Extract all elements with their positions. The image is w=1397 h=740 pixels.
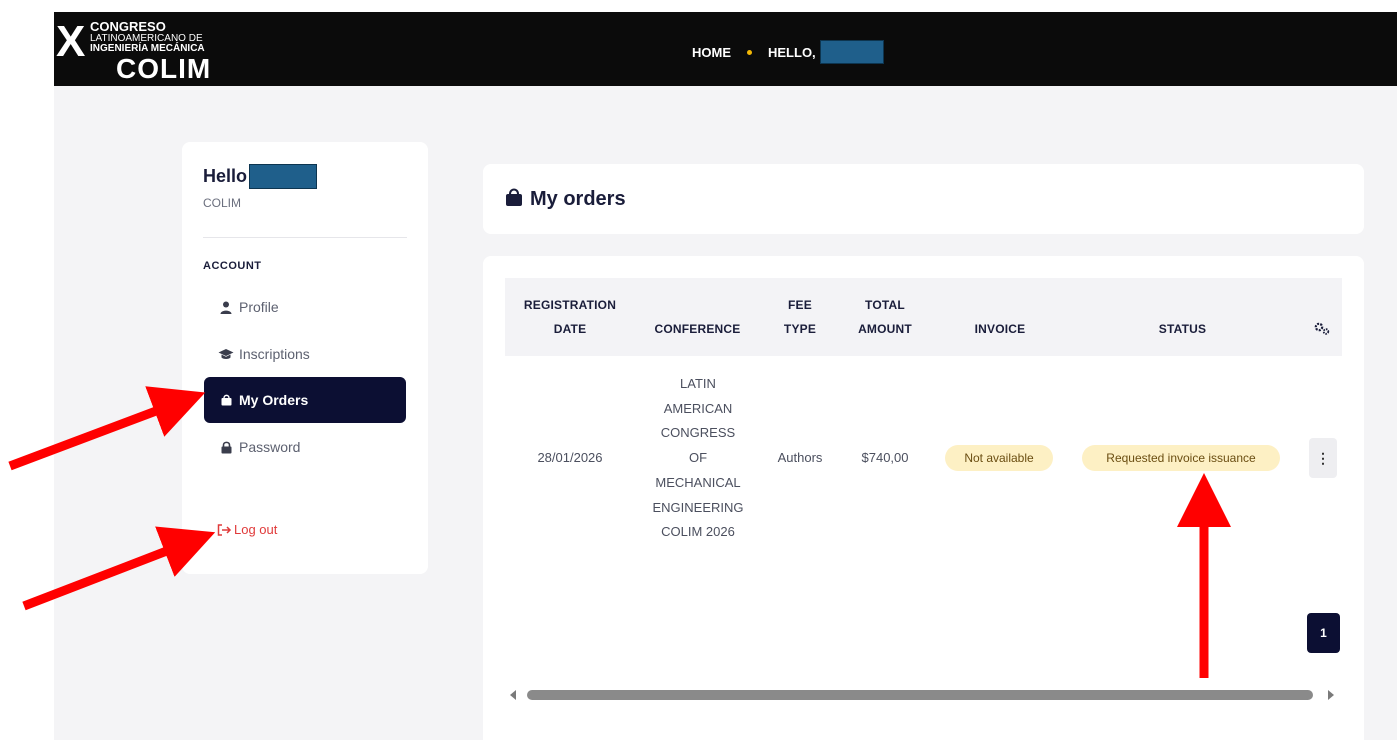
account-sidebar: Hello COLIM ACCOUNT Profile Inscriptions… <box>182 142 428 574</box>
order-status-badge: Requested invoice issuance <box>1082 445 1280 471</box>
sidebar-item-inscriptions[interactable]: Inscriptions <box>204 331 406 377</box>
sidebar-divider <box>203 237 407 238</box>
shopping-bag-icon <box>218 394 234 406</box>
cell-fee-type: Authors <box>777 450 823 465</box>
sidebar-section-title: ACCOUNT <box>203 260 262 272</box>
page-title: My orders <box>530 187 626 210</box>
lock-icon <box>218 441 234 454</box>
sidebar-item-label: My Orders <box>239 392 309 408</box>
column-header-conference: CONFERENCE <box>654 322 741 336</box>
sidebar-item-my-orders[interactable]: My Orders <box>204 377 406 423</box>
nav-separator-dot <box>747 49 752 55</box>
redacted-username <box>819 40 884 64</box>
column-header-fee-type: FEE TYPE <box>783 298 817 336</box>
invoice-status-badge: Not available <box>945 445 1053 471</box>
logo-roman-numeral: X <box>56 17 85 66</box>
sidebar-greeting: Hello <box>203 164 318 189</box>
logout-link[interactable]: Log out <box>217 522 277 537</box>
shopping-bag-icon <box>505 187 523 212</box>
table-header: REGISTRATION DATE CONFERENCE FEE TYPE TO… <box>505 278 1342 356</box>
orders-table-card: REGISTRATION DATE CONFERENCE FEE TYPE TO… <box>483 256 1364 740</box>
sign-out-icon <box>217 523 232 536</box>
column-header-registration-date: REGISTRATION DATE <box>523 298 617 336</box>
orders-header-card: My orders <box>483 164 1364 234</box>
row-actions-kebab-button[interactable]: ⋮ <box>1309 438 1337 478</box>
top-nav: HOME HELLO, <box>692 40 884 64</box>
scroll-right-arrow-icon[interactable] <box>1328 690 1334 700</box>
redacted-user-name <box>249 164 318 189</box>
nav-hello-label[interactable]: HELLO, <box>768 45 816 60</box>
sidebar-item-profile[interactable]: Profile <box>204 284 406 330</box>
top-bar: X CONGRESO LATINOAMERICANO DE INGENIERÍA… <box>54 12 1397 86</box>
column-header-invoice: INVOICE <box>974 322 1026 336</box>
colim-logo[interactable]: X CONGRESO LATINOAMERICANO DE INGENIERÍA… <box>56 17 226 84</box>
graduation-cap-icon <box>218 348 234 360</box>
user-icon <box>218 301 234 314</box>
gears-icon[interactable] <box>1313 322 1331 341</box>
sidebar-item-label: Profile <box>239 299 279 315</box>
user-organization: COLIM <box>203 196 242 210</box>
nav-home-link[interactable]: HOME <box>692 45 731 60</box>
logout-label: Log out <box>234 522 278 537</box>
sidebar-item-label: Password <box>239 439 301 455</box>
scroll-left-arrow-icon[interactable] <box>510 690 516 700</box>
horizontal-scrollbar[interactable] <box>527 690 1313 700</box>
sidebar-item-password[interactable]: Password <box>204 424 406 470</box>
logo-line-1: CONGRESO <box>90 19 166 34</box>
cell-registration-date: 28/01/2026 <box>537 450 603 465</box>
pagination-page-1[interactable]: 1 <box>1307 613 1340 653</box>
cell-conference: LATIN AMERICAN CONGRESS OF MECHANICAL EN… <box>652 376 744 540</box>
greeting-text: Hello <box>203 166 248 186</box>
column-header-status: STATUS <box>1158 322 1207 336</box>
cell-total-amount: $740,00 <box>861 450 909 465</box>
page: X CONGRESO LATINOAMERICANO DE INGENIERÍA… <box>54 12 1397 740</box>
column-header-total-amount: TOTAL AMOUNT <box>858 298 912 336</box>
sidebar-item-label: Inscriptions <box>239 346 310 362</box>
logo-line-4: COLIM <box>116 53 212 84</box>
